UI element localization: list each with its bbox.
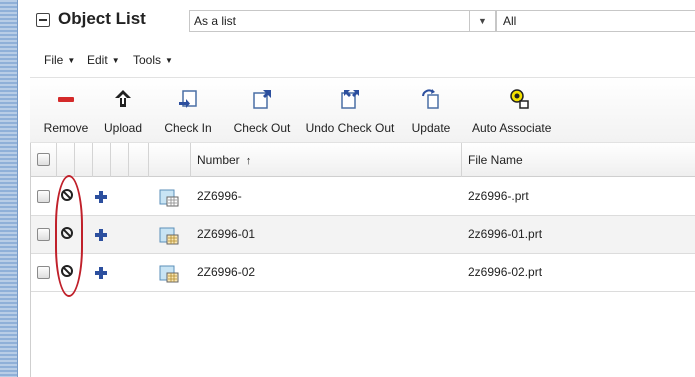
add-icon[interactable] bbox=[95, 191, 107, 203]
part-number[interactable]: 2Z6996- bbox=[197, 189, 242, 203]
auto-associate-icon bbox=[510, 89, 529, 109]
undo-check-out-icon bbox=[341, 90, 359, 109]
collapse-icon[interactable] bbox=[36, 13, 50, 27]
select-all-checkbox[interactable] bbox=[37, 153, 50, 166]
header-empty-cell bbox=[129, 143, 149, 177]
part-file-icon bbox=[159, 265, 179, 283]
menu-file-label: File bbox=[44, 53, 64, 67]
row-checkbox[interactable] bbox=[37, 228, 50, 241]
check-out-button[interactable]: Check Out bbox=[226, 78, 298, 144]
filter-select-value: All bbox=[503, 14, 517, 28]
sort-ascending-icon: ↑ bbox=[245, 155, 252, 167]
check-in-icon bbox=[179, 90, 197, 108]
row-checkbox[interactable] bbox=[37, 190, 50, 203]
view-select-value: As a list bbox=[194, 14, 237, 28]
menu-edit-label: Edit bbox=[87, 53, 108, 67]
check-in-label: Check In bbox=[164, 121, 212, 135]
upload-button[interactable]: Upload bbox=[96, 78, 150, 144]
file-name[interactable]: 2z6996-02.prt bbox=[468, 265, 542, 279]
header-empty-cell bbox=[93, 143, 111, 177]
caret-down-icon: ▼ bbox=[67, 56, 76, 65]
add-icon[interactable] bbox=[95, 229, 107, 241]
upload-icon bbox=[115, 90, 131, 107]
menu-file[interactable]: File ▼ bbox=[44, 53, 75, 67]
number-column-label: Number bbox=[197, 153, 240, 167]
check-out-label: Check Out bbox=[233, 121, 291, 135]
part-file-icon bbox=[159, 227, 179, 245]
object-table: Number ↑ File Name 2Z6996- 2z6996-.prt 2… bbox=[30, 143, 695, 377]
file-name[interactable]: 2z6996-.prt bbox=[468, 189, 529, 203]
menu-bar: File ▼ Edit ▼ Tools ▼ bbox=[30, 48, 695, 74]
number-column-header: Number ↑ bbox=[197, 153, 251, 167]
prohibited-icon[interactable] bbox=[61, 189, 73, 201]
part-file-icon bbox=[159, 189, 179, 207]
menu-tools-label: Tools bbox=[133, 53, 162, 67]
panel-titlebar: Object List As a list ▼ All bbox=[30, 8, 695, 36]
file-name[interactable]: 2z6996-01.prt bbox=[468, 227, 542, 241]
dropdown-arrow-icon[interactable]: ▼ bbox=[469, 11, 495, 31]
file-name-column-label: File Name bbox=[468, 153, 523, 167]
filter-select[interactable]: All bbox=[496, 10, 695, 32]
upload-label: Upload bbox=[103, 121, 143, 135]
prohibited-icon[interactable] bbox=[61, 227, 73, 239]
header-action-cell bbox=[75, 143, 93, 177]
auto-associate-button[interactable]: Auto Associate bbox=[464, 78, 574, 144]
prohibited-icon[interactable] bbox=[61, 265, 73, 277]
undo-check-out-button[interactable]: Undo Check Out bbox=[300, 78, 400, 144]
header-number-column[interactable]: Number ↑ bbox=[191, 143, 462, 177]
remove-button[interactable]: Remove bbox=[38, 78, 94, 144]
menu-edit[interactable]: Edit ▼ bbox=[87, 53, 120, 67]
row-checkbox[interactable] bbox=[37, 266, 50, 279]
table-header: Number ↑ File Name bbox=[31, 143, 695, 177]
action-toolbar: Remove Upload Check In Check Out Undo Ch… bbox=[30, 77, 695, 143]
header-select-cell bbox=[31, 143, 57, 177]
caret-down-icon: ▼ bbox=[111, 56, 120, 65]
table-row[interactable]: 2Z6996- 2z6996-.prt bbox=[31, 178, 695, 216]
check-out-icon bbox=[253, 90, 271, 109]
undo-check-out-label: Undo Check Out bbox=[305, 121, 395, 135]
view-select[interactable]: As a list ▼ bbox=[189, 10, 496, 32]
table-row[interactable]: 2Z6996-02 2z6996-02.prt bbox=[31, 254, 695, 292]
header-type-cell bbox=[149, 143, 191, 177]
auto-associate-label: Auto Associate bbox=[472, 121, 552, 135]
menu-tools[interactable]: Tools ▼ bbox=[133, 53, 173, 67]
part-number[interactable]: 2Z6996-02 bbox=[197, 265, 255, 279]
add-icon[interactable] bbox=[95, 267, 107, 279]
update-label: Update bbox=[411, 121, 451, 135]
update-icon bbox=[422, 89, 439, 109]
header-status-cell bbox=[57, 143, 75, 177]
table-row[interactable]: 2Z6996-01 2z6996-01.prt bbox=[31, 216, 695, 254]
header-empty-cell bbox=[111, 143, 129, 177]
part-number[interactable]: 2Z6996-01 bbox=[197, 227, 255, 241]
header-file-name-column[interactable]: File Name bbox=[462, 143, 695, 177]
remove-label: Remove bbox=[43, 121, 89, 135]
object-list-panel: Object List As a list ▼ All File ▼ Edit ▼ … bbox=[30, 0, 695, 377]
remove-icon bbox=[58, 97, 74, 102]
check-in-button[interactable]: Check In bbox=[154, 78, 222, 144]
update-button[interactable]: Update bbox=[404, 78, 458, 144]
caret-down-icon: ▼ bbox=[165, 56, 173, 65]
window-edge-strip bbox=[0, 0, 18, 377]
panel-title: Object List bbox=[58, 9, 146, 28]
